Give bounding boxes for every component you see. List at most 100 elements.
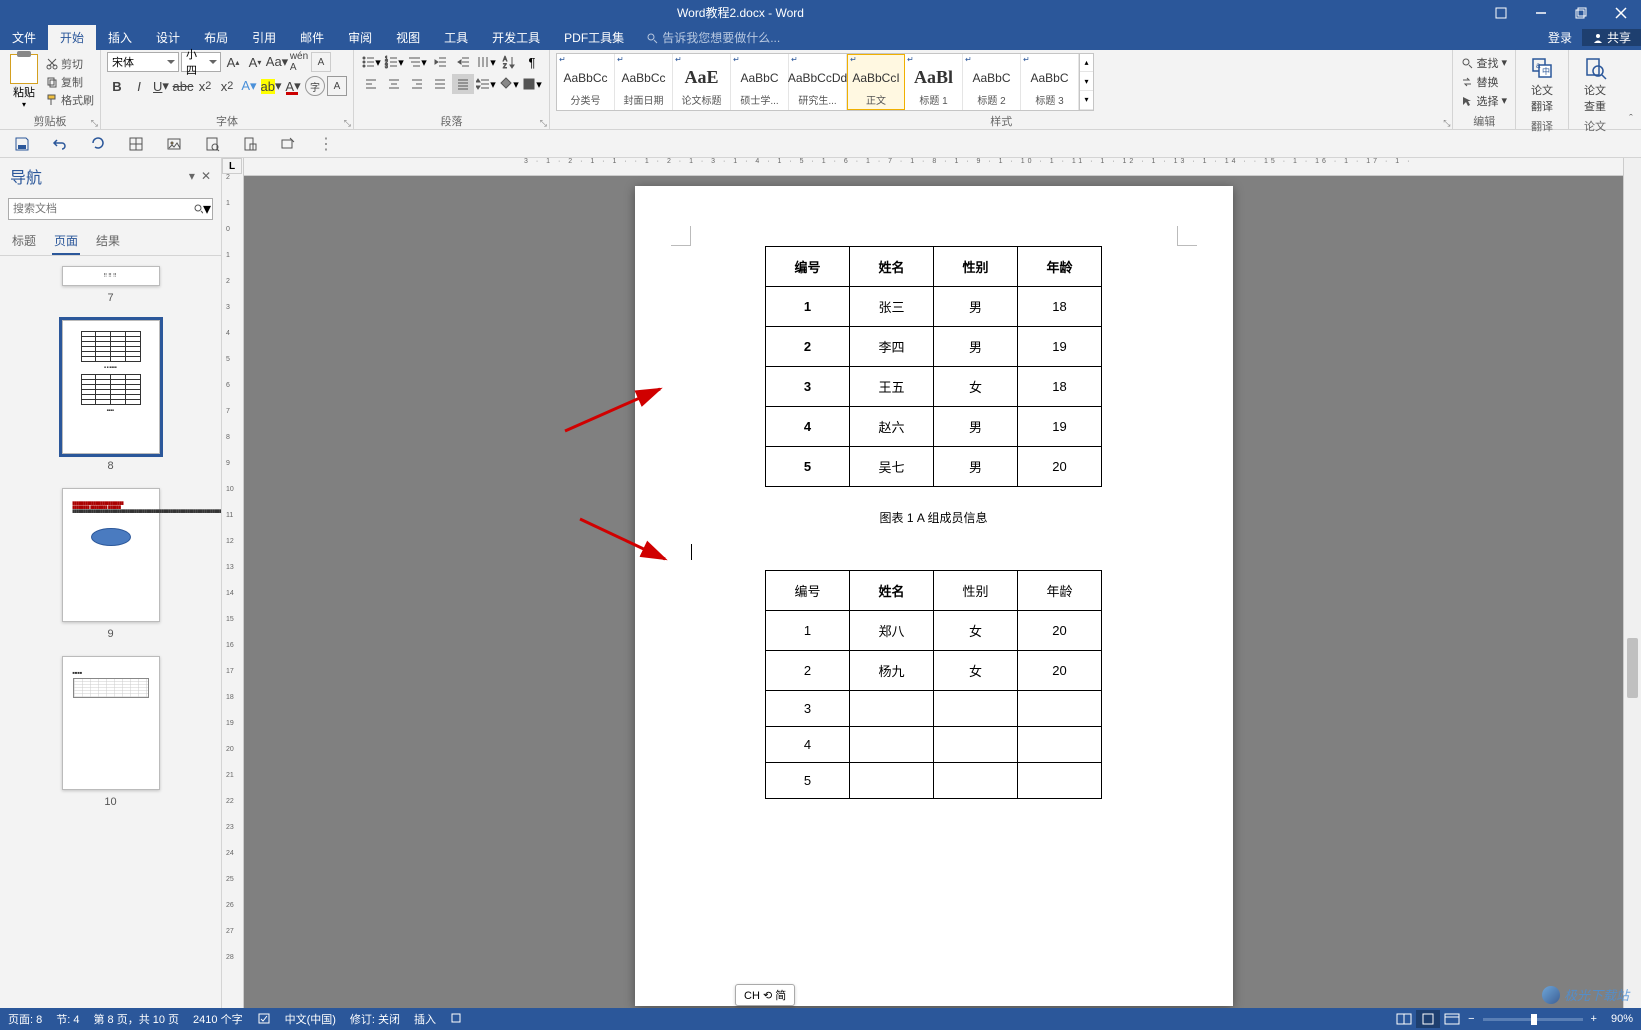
- tab-selector[interactable]: L: [222, 158, 242, 174]
- insertion-point[interactable]: [691, 544, 1177, 562]
- align-left-button[interactable]: [360, 74, 382, 94]
- cut-button[interactable]: 剪切: [46, 56, 94, 72]
- increase-indent-button[interactable]: [452, 52, 474, 72]
- superscript-button[interactable]: x2: [217, 76, 237, 96]
- phonetic-guide-button[interactable]: wénA: [289, 52, 309, 72]
- status-track-changes[interactable]: 修订: 关闭: [350, 1011, 400, 1027]
- zoom-in-button[interactable]: +: [1587, 1013, 1601, 1025]
- find-button[interactable]: 查找 ▾: [1459, 54, 1509, 72]
- undo-button[interactable]: [50, 134, 70, 154]
- nav-search-input[interactable]: [8, 198, 213, 220]
- align-center-button[interactable]: [383, 74, 405, 94]
- decrease-indent-button[interactable]: [429, 52, 451, 72]
- line-spacing-button[interactable]: ▾: [475, 74, 497, 94]
- close-button[interactable]: [1601, 0, 1641, 25]
- font-name-combo[interactable]: 宋体: [107, 52, 179, 72]
- tab-PDF工具集[interactable]: PDF工具集: [552, 25, 636, 50]
- tab-插入[interactable]: 插入: [96, 25, 144, 50]
- document-scroll[interactable]: 3 · 1 · 2 · 1 · 1 · · 1 · 2 · 1 · 3 · 1 …: [244, 158, 1623, 1008]
- nav-thumbnails[interactable]: ⠿⠿⠿ 7 ■ ■ ■■■■ ■■■■ 8 ██████████████████…: [0, 256, 221, 1008]
- underline-button[interactable]: U▾: [151, 76, 171, 96]
- shrink-font-button[interactable]: A▾: [245, 52, 265, 72]
- ribbon-options-icon[interactable]: [1481, 0, 1521, 25]
- tell-me-box[interactable]: 告诉我您想要做什么...: [636, 25, 1538, 50]
- zoom-out-button[interactable]: −: [1464, 1013, 1478, 1025]
- status-macro-icon[interactable]: [450, 1012, 462, 1027]
- qat-print-preview-button[interactable]: [202, 134, 222, 154]
- nav-tab-页面[interactable]: 页面: [52, 228, 80, 255]
- tab-视图[interactable]: 视图: [384, 25, 432, 50]
- thumbnail-page-9[interactable]: ████████████████████████████████ ███████…: [10, 488, 211, 640]
- italic-button[interactable]: I: [129, 76, 149, 96]
- strikethrough-button[interactable]: abc: [173, 76, 193, 96]
- bold-button[interactable]: B: [107, 76, 127, 96]
- qat-image-button[interactable]: [164, 134, 184, 154]
- style-硕士学...[interactable]: ↵AaBbC硕士学...: [731, 54, 789, 110]
- tab-邮件[interactable]: 邮件: [288, 25, 336, 50]
- view-print-layout-button[interactable]: [1416, 1010, 1440, 1028]
- qat-draw-table-button[interactable]: [278, 134, 298, 154]
- style-正文[interactable]: ↵AaBbCcI正文: [847, 54, 905, 110]
- status-section[interactable]: 节: 4: [56, 1011, 79, 1027]
- style-标题 2[interactable]: ↵AaBbC标题 2: [963, 54, 1021, 110]
- view-read-mode-button[interactable]: [1392, 1010, 1416, 1028]
- restore-button[interactable]: [1561, 0, 1601, 25]
- sort-button[interactable]: AZ: [498, 52, 520, 72]
- borders-button[interactable]: ▾: [521, 74, 543, 94]
- qat-form-button[interactable]: [240, 134, 260, 154]
- tab-引用[interactable]: 引用: [240, 25, 288, 50]
- highlight-button[interactable]: ab▾: [261, 76, 281, 96]
- nav-tab-标题[interactable]: 标题: [10, 228, 38, 255]
- tab-工具[interactable]: 工具: [432, 25, 480, 50]
- style-标题 3[interactable]: ↵AaBbC标题 3: [1021, 54, 1079, 110]
- show-marks-button[interactable]: ¶: [521, 52, 543, 72]
- style-分类号[interactable]: ↵AaBbCc分类号: [557, 54, 615, 110]
- tab-设计[interactable]: 设计: [144, 25, 192, 50]
- change-case-button[interactable]: Aa▾: [267, 52, 287, 72]
- asian-layout-button[interactable]: ▾: [475, 52, 497, 72]
- style-标题 1[interactable]: ↵AaBl标题 1: [905, 54, 963, 110]
- vertical-scrollbar[interactable]: [1623, 158, 1641, 1008]
- align-right-button[interactable]: [406, 74, 428, 94]
- vertical-ruler[interactable]: 2101234567891011121314151617181920212223…: [222, 158, 244, 1008]
- multilevel-list-button[interactable]: ▾: [406, 52, 428, 72]
- status-insert-mode[interactable]: 插入: [414, 1011, 436, 1027]
- status-page[interactable]: 页面: 8: [8, 1011, 42, 1027]
- grow-font-button[interactable]: A▴: [223, 52, 243, 72]
- styles-scroll-down[interactable]: ▾: [1080, 72, 1093, 91]
- qat-table-button[interactable]: [126, 134, 146, 154]
- status-words[interactable]: 2410 个字: [193, 1011, 243, 1027]
- align-distributed-button[interactable]: [452, 74, 474, 94]
- tab-file[interactable]: 文件: [0, 25, 48, 50]
- minimize-button[interactable]: [1521, 0, 1561, 25]
- paragraph-launcher[interactable]: ⤡: [540, 118, 547, 129]
- page-8[interactable]: 编号姓名性别年龄1张三男182李四男193王五女184赵六男195吴七男20 图…: [635, 186, 1233, 1006]
- shading-button[interactable]: ▾: [498, 74, 520, 94]
- font-size-combo[interactable]: 小四: [181, 52, 221, 72]
- login-button[interactable]: 登录: [1538, 29, 1582, 46]
- qat-customize-button[interactable]: ⋮: [316, 134, 336, 154]
- enclose-char-button[interactable]: 字: [305, 76, 325, 96]
- status-spellcheck-icon[interactable]: [257, 1011, 271, 1028]
- style-研究生...[interactable]: ↵AaBbCcDd研究生...: [789, 54, 847, 110]
- table-2[interactable]: 编号姓名性别年龄1郑八女202杨九女20345: [765, 570, 1102, 799]
- subscript-button[interactable]: x2: [195, 76, 215, 96]
- tab-开始[interactable]: 开始: [48, 25, 96, 50]
- table-1[interactable]: 编号姓名性别年龄1张三男182李四男193王五女184赵六男195吴七男20: [765, 246, 1102, 487]
- thumbnail-page-8[interactable]: ■ ■ ■■■■ ■■■■ 8: [10, 320, 211, 472]
- zoom-level[interactable]: 90%: [1611, 1013, 1633, 1025]
- nav-search-button[interactable]: ▾: [193, 200, 211, 218]
- translate-button[interactable]: a中 论文 翻译: [1522, 52, 1562, 116]
- tab-审阅[interactable]: 审阅: [336, 25, 384, 50]
- collapse-ribbon-button[interactable]: ˆ: [1621, 50, 1641, 129]
- status-pages[interactable]: 第 8 页，共 10 页: [93, 1011, 179, 1027]
- redo-button[interactable]: [88, 134, 108, 154]
- format-painter-button[interactable]: 格式刷: [46, 92, 94, 108]
- copy-button[interactable]: 复制: [46, 74, 94, 90]
- status-language[interactable]: 中文(中国): [285, 1011, 336, 1027]
- nav-tab-结果[interactable]: 结果: [94, 228, 122, 255]
- view-web-layout-button[interactable]: [1440, 1010, 1464, 1028]
- save-button[interactable]: [12, 134, 32, 154]
- nav-dropdown-button[interactable]: ▾: [189, 169, 195, 183]
- align-justify-button[interactable]: [429, 74, 451, 94]
